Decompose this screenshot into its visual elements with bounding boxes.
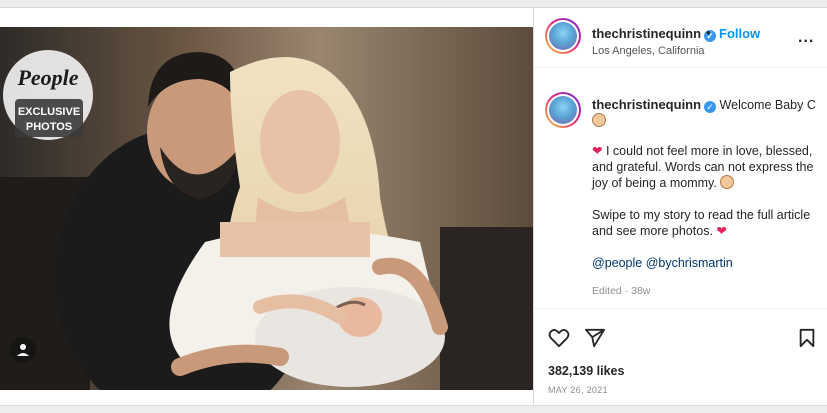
- post-photo[interactable]: People EXCLUSIVE PHOTOS: [0, 27, 533, 390]
- avatar[interactable]: [545, 18, 581, 54]
- user-tag-icon[interactable]: [10, 337, 36, 363]
- header-username[interactable]: thechristinequinn ✓: [592, 26, 717, 42]
- caption-avatar[interactable]: [545, 92, 581, 128]
- baby-emoji: [720, 175, 735, 189]
- likes-count[interactable]: 382,139 likes: [548, 364, 624, 378]
- heart-outline-icon[interactable]: [548, 328, 570, 353]
- instagram-post: People EXCLUSIVE PHOTOS thechristinequin…: [0, 7, 827, 406]
- post-header: thechristinequinn ✓ • Follow Los Angeles,…: [534, 8, 827, 68]
- caption-body: thechristinequinn ✓ Welcome Baby C ❤ I co…: [592, 97, 822, 299]
- actions-bar: 382,139 likes MAY 26, 2021: [534, 308, 827, 405]
- follow-button[interactable]: Follow: [719, 26, 760, 41]
- share-paper-plane-icon[interactable]: [584, 328, 606, 353]
- baby-emoji: [592, 113, 606, 127]
- caption-section: thechristinequinn ✓ Welcome Baby C ❤ I co…: [534, 68, 827, 308]
- photo-illustration: People EXCLUSIVE PHOTOS: [0, 27, 533, 390]
- caption-title: Welcome Baby C: [719, 98, 816, 112]
- red-heart-emoji: ❤: [716, 224, 727, 238]
- location-link[interactable]: Los Angeles, California: [592, 45, 705, 57]
- bookmark-icon[interactable]: [798, 328, 816, 353]
- mention-people[interactable]: @people: [592, 256, 642, 270]
- red-heart-emoji: ❤: [592, 144, 603, 158]
- post-date: MAY 26, 2021: [548, 385, 608, 395]
- caption-username[interactable]: thechristinequinn: [592, 97, 701, 112]
- more-options-icon[interactable]: ...: [798, 29, 814, 47]
- people-logo: People: [16, 65, 78, 90]
- caption-paragraph-1: I could not feel more in love, blessed, …: [592, 144, 814, 190]
- caption-paragraph-2: Swipe to my story to read the full artic…: [592, 208, 811, 238]
- header-username-text[interactable]: thechristinequinn: [592, 26, 701, 41]
- photos-label: PHOTOS: [26, 121, 72, 133]
- separator-dot: •: [706, 25, 711, 40]
- post-sidebar: thechristinequinn ✓ • Follow Los Angeles,…: [534, 8, 827, 405]
- edited-timestamp: Edited · 38w: [592, 285, 651, 297]
- verified-badge-icon: ✓: [704, 101, 717, 113]
- exclusive-label: EXCLUSIVE: [18, 106, 80, 118]
- mention-bychrismartin[interactable]: @bychrismartin: [646, 256, 733, 270]
